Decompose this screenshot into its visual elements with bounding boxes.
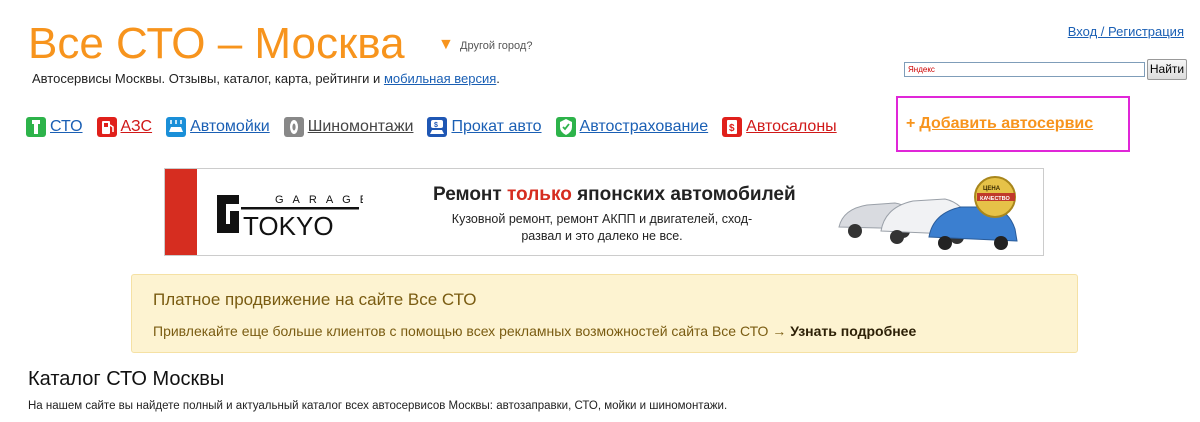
add-service-label: Добавить автосервис [919,115,1094,132]
site-title[interactable]: Все СТО – Москва [28,18,405,70]
banner-headline: Ремонт только японских автомобилей [433,184,796,206]
banner-red-stripe [165,169,197,255]
nav-item-1[interactable]: АЗС [96,117,153,137]
badge-top-text: ЦЕНА [983,186,1001,192]
add-service-highlight: + Добавить автосервис [896,96,1130,152]
headline-pre: Ремонт [433,184,507,205]
nav-label: Шиномонтажи [307,118,414,135]
logo-bottom-text: TOKYO [243,211,334,241]
nav-item-4[interactable]: $ Прокат авто [427,117,542,137]
mobile-version-link[interactable]: мобильная версия [384,71,496,86]
banner-subtext: Кузовной ремонт, ремонт АКПП и двигателе… [451,212,753,243]
promo-text: Привлекайте еще больше клиентов с помощь… [153,323,916,339]
nav-item-6[interactable]: $ Автосалоны [722,117,837,137]
subtitle-text: Автосервисы Москвы. Отзывы, каталог, кар… [32,71,384,86]
catalog-title: Каталог СТО Москвы [28,368,225,390]
ad-banner[interactable]: GARAGE TOKYO Ремонт только японских авто… [164,168,1044,256]
logo-top-text: GARAGE [275,194,363,206]
login-register-link[interactable]: Вход / Регистрация [1068,24,1184,39]
nav-label: АЗС [120,118,153,135]
promo-alert: Платное продвижение на сайте Все СТО При… [131,274,1078,353]
nav-item-5[interactable]: Автострахование [555,117,709,137]
learn-more-link[interactable]: Узнать подробнее [790,323,916,339]
search-button[interactable]: Найти [1147,59,1187,80]
catalog-description: На нашем сайте вы найдете полный и актуа… [28,400,728,412]
shield-icon [555,117,576,137]
promo-title: Платное продвижение на сайте Все СТО [153,290,477,309]
nav-label: Прокат авто [451,118,542,135]
nav-label: Автомойки [190,118,270,135]
subtitle-end: . [496,71,500,86]
headline-accent: только [507,184,572,205]
chevron-down-icon[interactable]: ▼ [438,37,454,53]
tire-icon [283,117,304,137]
plus-icon: + [906,115,916,132]
car-rental-icon: $ [427,117,448,137]
add-service-link[interactable]: + Добавить автосервис [906,115,1093,133]
nav-item-2[interactable]: Автомойки [166,117,270,137]
dollar-tag-icon: $ [722,117,743,137]
nav-label: Автострахование [579,118,709,135]
fuel-pump-icon [96,117,117,137]
garage-tokyo-logo: GARAGE TOKYO [217,194,363,241]
badge-bottom-text: КАЧЕСТВО [980,196,1010,202]
wrench-icon [26,117,46,137]
nav-item-3[interactable]: Шиномонтажи [283,117,414,137]
headline-post: японских автомобилей [571,184,796,205]
category-nav: СТО АЗС Автомойки Шиномонтажи $ Прокат авто Ав… [26,116,851,138]
car-wash-icon [166,117,187,137]
nav-label: СТО [50,118,83,135]
site-subtitle: Автосервисы Москвы. Отзывы, каталог, кар… [32,71,500,86]
other-city-link[interactable]: Другой город? [460,40,532,52]
nav-label: Автосалоны [746,118,837,135]
svg-text:$: $ [434,122,438,129]
promo-body: Привлекайте еще больше клиентов с помощь… [153,323,791,339]
search-input[interactable]: Яндекс [904,62,1145,77]
nav-item-0[interactable]: СТО [26,117,83,137]
cars-image: ЦЕНА КАЧЕСТВО [838,176,1018,250]
svg-text:$: $ [729,123,735,134]
